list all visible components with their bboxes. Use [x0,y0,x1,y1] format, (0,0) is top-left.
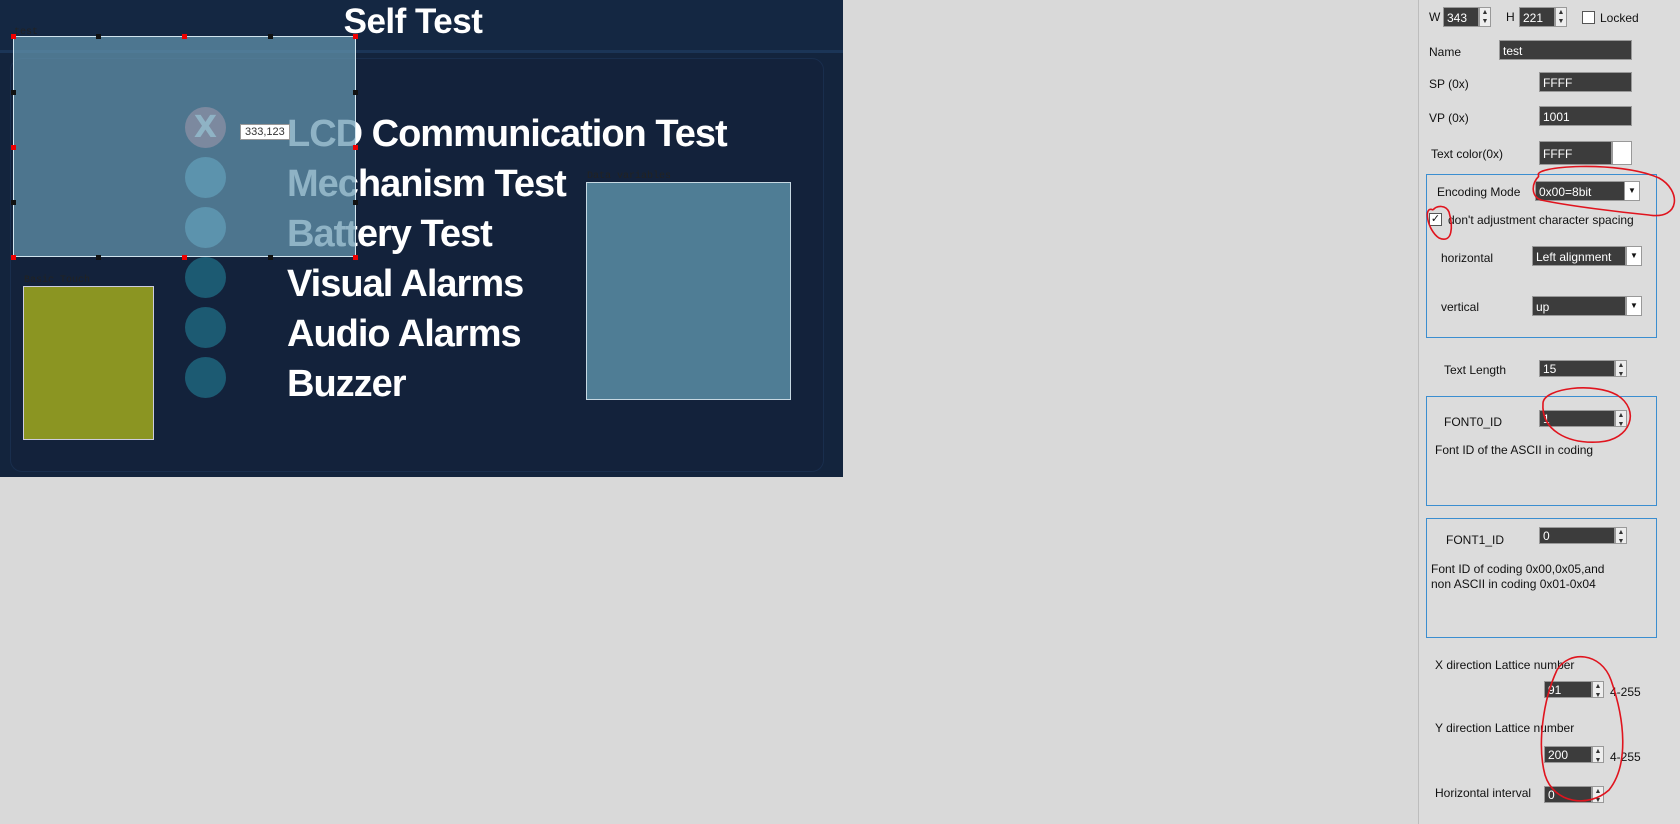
annotation-overlay [1426,165,1676,802]
status-dot-icon [185,307,226,348]
resize-handle[interactable] [11,34,16,39]
resize-handle[interactable] [11,200,16,205]
properties-panel: W 343 ▲ ▼ H 221 ▲ ▼ Locked Name test SP (0… [1418,0,1680,824]
resize-handle[interactable] [353,34,358,39]
data-variables-tag: Data variables [587,171,672,182]
resize-handle[interactable] [353,145,358,150]
annotation-circle-encoding [1532,165,1676,217]
resize-handle[interactable] [11,90,16,95]
resize-handle[interactable] [182,255,187,260]
annotation-circle-lattice [1540,656,1624,802]
resize-handle[interactable] [96,34,101,39]
annotation-circle-font0 [1542,387,1632,443]
status-dot-icon [185,357,226,398]
test-label-buzzer: Buzzer [287,363,407,405]
design-canvas[interactable]: Self Test X LCD Communication Test Mecha… [0,0,843,477]
data-variables-control[interactable] [586,182,791,400]
test-label-visual-alarms: Visual Alarms [287,263,524,305]
resize-handle[interactable] [11,255,16,260]
coordinate-tooltip: 333,123 [240,124,290,140]
basic-touch-tag: Basic Touch [24,275,91,286]
resize-handle[interactable] [11,145,16,150]
test-label-audio-alarms: Audio Alarms [287,313,522,355]
resize-handle[interactable] [353,90,358,95]
resize-handle[interactable] [268,255,273,260]
resize-handle[interactable] [96,255,101,260]
status-dot-icon [185,257,226,298]
resize-handle[interactable] [268,34,273,39]
resize-handle[interactable] [182,34,187,39]
basic-touch-control[interactable] [23,286,154,440]
annotation-circle-checkbox [1426,205,1453,240]
selected-text-control[interactable] [13,36,356,257]
resize-handle[interactable] [353,255,358,260]
resize-handle[interactable] [353,200,358,205]
